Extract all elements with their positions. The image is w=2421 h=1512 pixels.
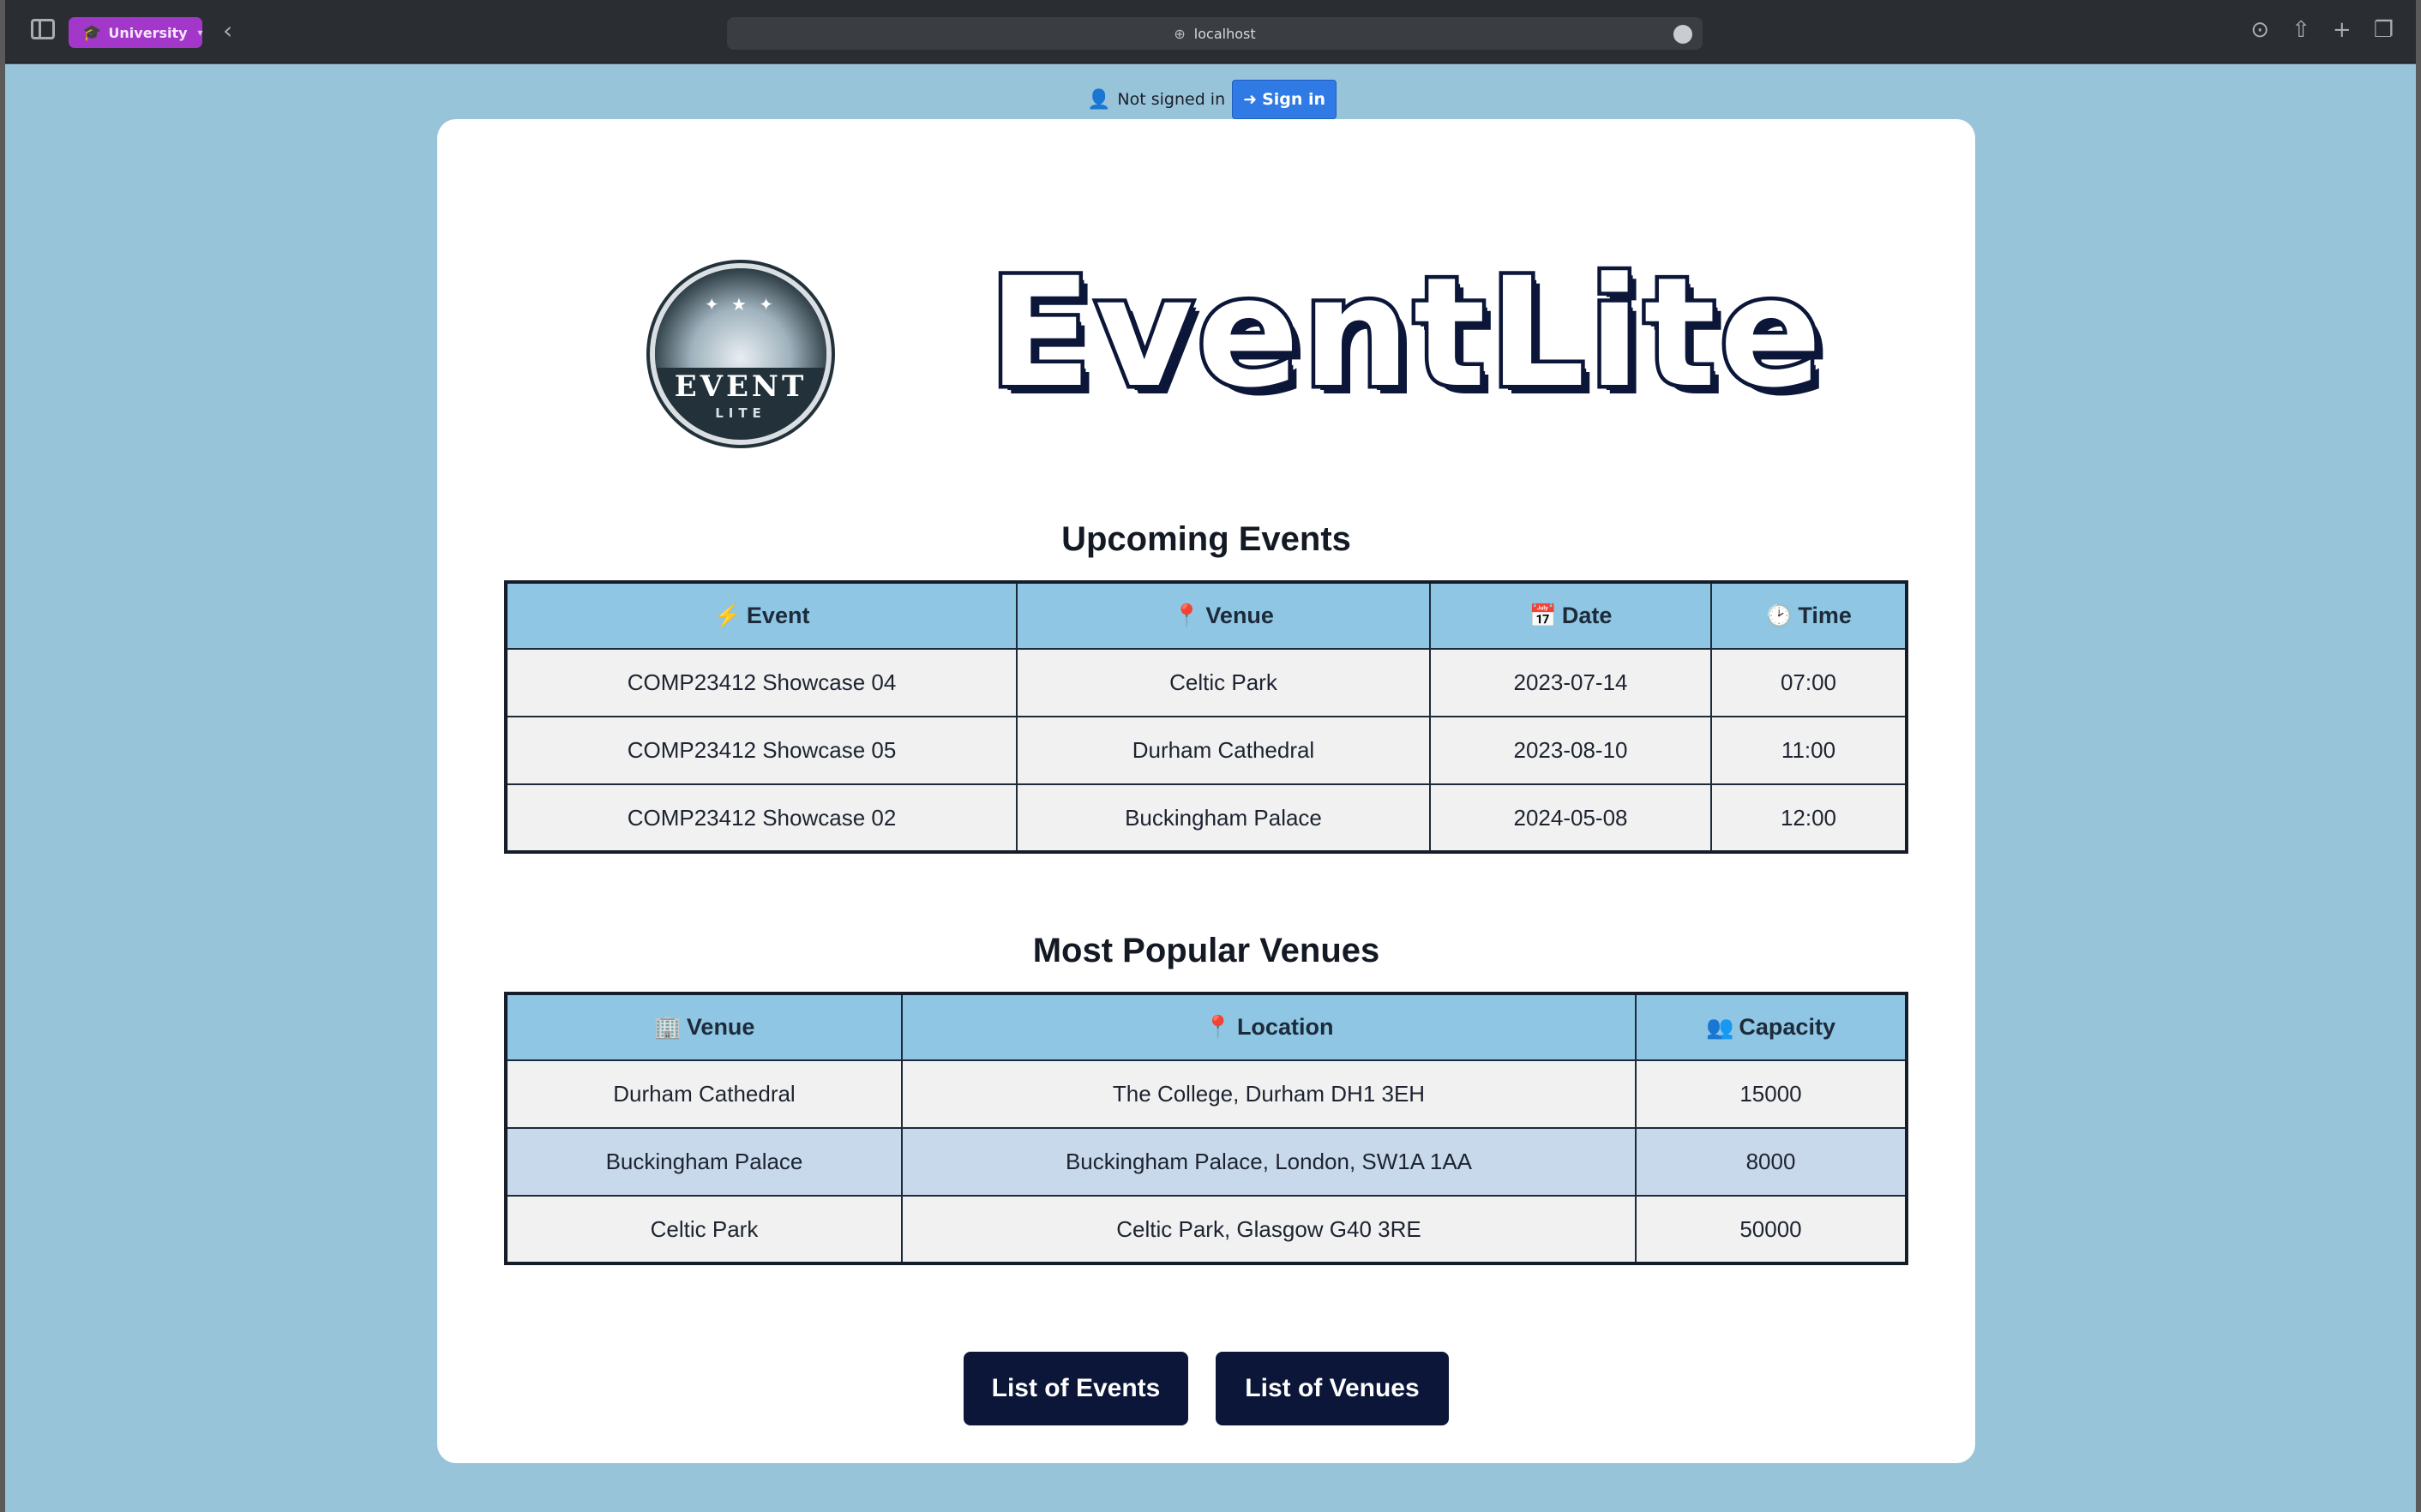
capacity-cell: 50000 — [1635, 1195, 1907, 1264]
building-icon: 🏢 — [653, 1014, 682, 1040]
stars-icon: ✦ ★ ✦ — [704, 294, 778, 315]
event-name-cell[interactable]: COMP23412 Showcase 04 — [505, 648, 1018, 717]
action-buttons: List of Events List of Venues — [437, 1352, 1975, 1425]
date-cell: 2023-08-10 — [1429, 716, 1712, 785]
globe-icon: ⊕ — [1174, 25, 1186, 42]
time-cell: 11:00 — [1710, 716, 1907, 785]
venue-name-cell[interactable]: Durham Cathedral — [505, 1059, 903, 1129]
venue-name-cell[interactable]: Buckingham Palace — [505, 1127, 903, 1197]
table-row: Celtic Park Celtic Park, Glasgow G40 3RE… — [505, 1195, 1907, 1264]
sign-in-icon: ➜ — [1243, 90, 1258, 109]
column-header-venue: 📍 Venue — [1016, 581, 1431, 650]
logo-subtext: LITE — [715, 405, 766, 421]
capacity-cell: 8000 — [1635, 1127, 1907, 1197]
main-card: ✦ ★ ✦ EVENT LITE EventLite Upcoming Even… — [437, 119, 1975, 1463]
time-cell: 12:00 — [1710, 783, 1907, 853]
download-icon[interactable]: ⊙ — [2250, 17, 2269, 43]
list-events-button[interactable]: List of Events — [964, 1352, 1188, 1425]
venue-cell[interactable]: Buckingham Palace — [1016, 783, 1431, 853]
site-wordmark: EventLite — [969, 254, 1845, 412]
popular-venues-table: 🏢 Venue 📍 Location 👥 Capacity Durham Cathed… — [504, 992, 1908, 1265]
event-lite-logo: ✦ ★ ✦ EVENT LITE — [650, 263, 832, 445]
upcoming-events-title: Upcoming Events — [1061, 520, 1351, 558]
venue-cell[interactable]: Durham Cathedral — [1016, 716, 1431, 785]
location-cell: The College, Durham DH1 3EH — [901, 1059, 1637, 1129]
time-cell: 07:00 — [1710, 648, 1907, 717]
popular-venues-title: Most Popular Venues — [1032, 932, 1380, 969]
new-tab-icon[interactable]: + — [2333, 17, 2352, 43]
date-cell: 2024-05-08 — [1429, 783, 1712, 853]
table-row: COMP23412 Showcase 04 Celtic Park 2023-0… — [505, 648, 1907, 717]
event-name-cell[interactable]: COMP23412 Showcase 05 — [505, 716, 1018, 785]
clock-icon: 🕑 — [1765, 603, 1793, 628]
bolt-icon: ⚡ — [713, 603, 742, 628]
column-header-location: 📍 Location — [901, 993, 1637, 1061]
browser-toolbar: 🎓 University ▾ ‹ ⊕ localhost ⊙ ⇧ + ❐ — [5, 0, 2416, 63]
back-icon[interactable]: ‹ — [223, 19, 232, 43]
profile-switcher[interactable]: 🎓 University ▾ — [69, 17, 203, 48]
wordmark-text: EventLite — [985, 245, 1826, 421]
venue-cell[interactable]: Celtic Park — [1016, 648, 1431, 717]
auth-status: Not signed in — [1117, 90, 1226, 109]
map-pin-icon: 📍 — [1204, 1014, 1232, 1040]
graduation-cap-icon: 🎓 — [82, 23, 102, 42]
sign-in-button[interactable]: ➜ Sign in — [1232, 80, 1337, 119]
table-row-highlighted: Buckingham Palace Buckingham Palace, Lon… — [505, 1127, 1907, 1197]
page-background: 👤 Not signed in ➜ Sign in ✦ ★ ✦ EVENT LI… — [5, 64, 2416, 1512]
column-header-date: 📅 Date — [1429, 581, 1712, 650]
table-row: COMP23412 Showcase 02 Buckingham Palace … — [505, 783, 1907, 853]
event-name-cell[interactable]: COMP23412 Showcase 02 — [505, 783, 1018, 853]
table-row: COMP23412 Showcase 05 Durham Cathedral 2… — [505, 716, 1907, 785]
sidebar-toggle-icon[interactable] — [31, 19, 55, 39]
venue-name-cell[interactable]: Celtic Park — [505, 1195, 903, 1264]
users-icon: 👥 — [1706, 1014, 1734, 1040]
upcoming-events-table: ⚡ Event 📍 Venue 📅 Date 🕑 Time COMP23412 Show… — [504, 580, 1908, 854]
list-venues-button[interactable]: List of Venues — [1216, 1352, 1449, 1425]
column-header-capacity: 👥 Capacity — [1635, 993, 1907, 1061]
location-cell: Celtic Park, Glasgow G40 3RE — [901, 1195, 1637, 1264]
sign-in-label: Sign in — [1262, 90, 1326, 109]
calendar-icon: 📅 — [1529, 603, 1557, 628]
share-icon[interactable]: ⇧ — [2292, 17, 2310, 43]
capacity-cell: 15000 — [1635, 1059, 1907, 1129]
logo-text: EVENT — [674, 369, 808, 404]
toolbar-actions: ⊙ ⇧ + ❐ — [2250, 17, 2394, 43]
url-text: localhost — [1193, 25, 1256, 42]
table-row: Durham Cathedral The College, Durham DH1… — [505, 1059, 1907, 1129]
column-header-event: ⚡ Event — [505, 581, 1018, 650]
column-header-venue: 🏢 Venue — [505, 993, 903, 1061]
location-cell: Buckingham Palace, London, SW1A 1AA — [901, 1127, 1637, 1197]
column-header-time: 🕑 Time — [1710, 581, 1907, 650]
auth-bar: 👤 Not signed in ➜ Sign in — [1087, 80, 1337, 119]
profile-label: University — [108, 24, 188, 41]
date-cell: 2023-07-14 — [1429, 648, 1712, 717]
address-bar[interactable]: ⊕ localhost — [727, 17, 1703, 50]
reader-icon[interactable] — [1673, 25, 1692, 44]
tab-overview-icon[interactable]: ❐ — [2374, 17, 2394, 43]
map-pin-icon: 📍 — [1173, 603, 1201, 628]
chevron-down-icon: ▾ — [197, 27, 203, 39]
user-icon: 👤 — [1087, 88, 1111, 111]
